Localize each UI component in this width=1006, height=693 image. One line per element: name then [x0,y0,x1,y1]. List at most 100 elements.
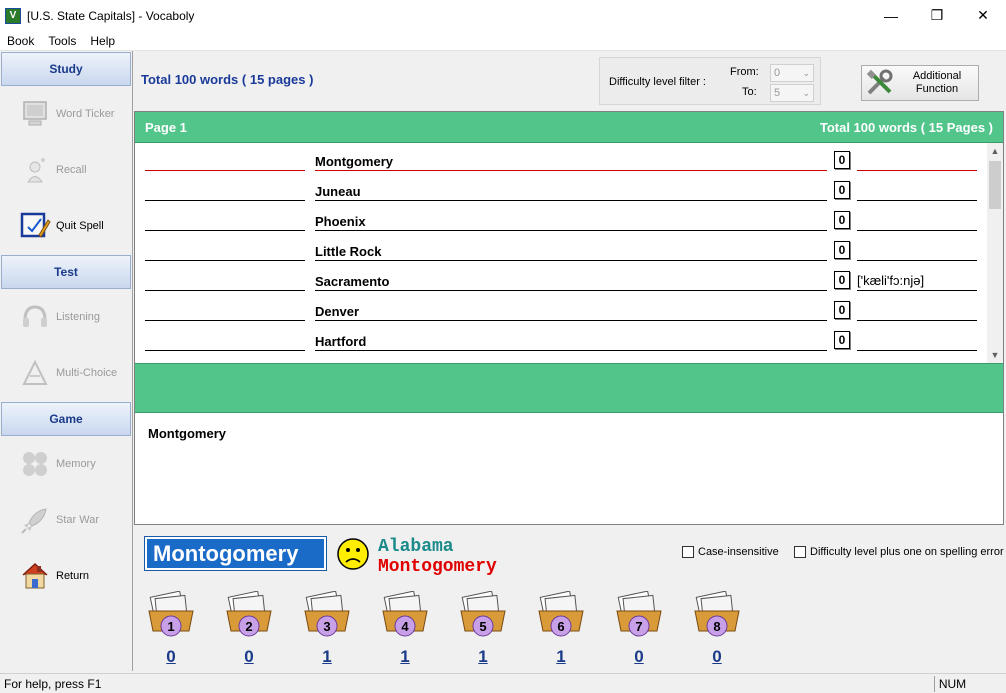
word-input-cell[interactable] [145,233,305,261]
word-phonetic [857,233,977,261]
word-count-badge: 0 [834,151,850,169]
card-box-count[interactable]: 1 [302,647,352,667]
card-box-6[interactable]: 6 1 [536,591,586,667]
card-box-2[interactable]: 2 0 [224,591,274,667]
answer-result-word: Montogomery [378,557,497,577]
total-words-label: Total 100 words ( 15 pages ) [141,72,314,87]
menu-tools[interactable]: Tools [41,34,83,48]
card-box-count[interactable]: 1 [536,647,586,667]
word-phonetic [857,173,977,201]
word-count-badge: 0 [834,181,850,199]
word-row[interactable]: Denver 0 [135,293,987,323]
sidebar-item-word-ticker[interactable]: Word Ticker [0,86,132,142]
card-box-count[interactable]: 1 [458,647,508,667]
card-box-8[interactable]: 8 0 [692,591,742,667]
house-icon [18,559,52,593]
card-box-number: 7 [635,619,642,634]
word-panel: Page 1 Total 100 words ( 15 Pages ) Mont… [134,111,1004,525]
word-input-cell[interactable] [145,203,305,231]
card-box-icon: 5 [460,591,506,637]
sidebar-item-recall[interactable]: Recall [0,142,132,198]
sidebar-item-listening[interactable]: Listening [0,289,132,345]
sidebar-item-label: Return [56,570,90,582]
difficulty-filter-group: Difficulty level filter : From: 0 ⌄ To: … [599,57,821,105]
vocaboly-app-icon[interactable]: V [5,7,21,24]
word-list-scrollbar[interactable]: ▲ ▼ [987,143,1003,363]
sidebar-item-label: Multi-Choice [56,367,118,379]
checkbox-box[interactable] [682,546,694,558]
sidebar-item-return[interactable]: Return [0,548,132,604]
close-button[interactable]: ✕ [960,0,1006,31]
difficulty-plus-checkbox[interactable]: Difficulty level plus one on spelling er… [794,546,1004,558]
word-count-badge: 0 [834,331,850,349]
card-box-number: 4 [401,619,409,634]
card-box-icon: 3 [304,591,350,637]
menu-book[interactable]: Book [0,34,41,48]
sad-face-icon [337,538,369,570]
scroll-thumb[interactable] [989,161,1001,209]
sidebar-item-label: Star War [56,514,99,526]
word-count-badge: 0 [834,271,850,289]
menu-help[interactable]: Help [83,34,122,48]
sidebar-item-star-war[interactable]: Star War [0,492,132,548]
word-input-cell[interactable] [145,143,305,171]
additional-function-button[interactable]: Additional Function [861,65,979,101]
card-box-1[interactable]: 1 0 [146,591,196,667]
scroll-down-icon[interactable]: ▼ [987,347,1003,363]
card-box-count[interactable]: 1 [380,647,430,667]
case-insensitive-checkbox[interactable]: Case-insensitive [682,546,779,558]
card-box-count[interactable]: 0 [146,647,196,667]
memory-icon [18,447,52,481]
sidebar-item-label: Recall [56,164,87,176]
scroll-up-icon[interactable]: ▲ [987,143,1003,159]
to-label: To: [742,86,757,98]
section-study-button[interactable]: Study [1,52,131,86]
word-row[interactable]: Hartford 0 [135,323,987,353]
sidebar-item-multi-choice[interactable]: Multi-Choice [0,345,132,401]
card-box-count[interactable]: 0 [692,647,742,667]
minimize-button[interactable]: — [868,0,914,31]
word-row[interactable]: Montgomery 0 [135,143,987,173]
section-game-button[interactable]: Game [1,402,131,436]
difficulty-plus-label: Difficulty level plus one on spelling er… [810,546,1004,558]
spelling-input[interactable]: Montogomery [144,536,327,571]
answer-state-name: Alabama [378,537,454,557]
difficulty-from-select[interactable]: 0 ⌄ [770,64,814,82]
monitor-icon [18,97,52,131]
word-count-badge: 0 [834,241,850,259]
sidebar-item-label: Word Ticker [56,108,115,120]
card-box-7[interactable]: 7 0 [614,591,664,667]
word-text: Montgomery [315,143,827,171]
chevron-down-icon: ⌄ [802,88,810,98]
checkbox-box[interactable] [794,546,806,558]
word-row[interactable]: Phoenix 0 [135,203,987,233]
card-box-count[interactable]: 0 [224,647,274,667]
word-text: Hartford [315,323,827,351]
word-row[interactable]: Juneau 0 [135,173,987,203]
word-input-cell[interactable] [145,263,305,291]
tools-icon [862,67,898,99]
word-phonetic [857,203,977,231]
card-box-5[interactable]: 5 1 [458,591,508,667]
word-phonetic [857,323,977,351]
card-box-4[interactable]: 4 1 [380,591,430,667]
section-test-button[interactable]: Test [1,255,131,289]
word-input-cell[interactable] [145,173,305,201]
word-row[interactable]: Little Rock 0 [135,233,987,263]
word-row[interactable]: Sacramento 0 ['kæli'fɔ:njə] [135,263,987,293]
sidebar-item-quit-spell[interactable]: Quit Spell [0,198,132,254]
card-box-number: 2 [245,619,252,634]
card-box-icon: 4 [382,591,428,637]
word-text: Little Rock [315,233,827,261]
info-band [135,363,1003,413]
word-input-cell[interactable] [145,293,305,321]
card-box-3[interactable]: 3 1 [302,591,352,667]
maximize-button[interactable]: ❐ [914,0,960,31]
card-box-icon: 1 [148,591,194,637]
word-input-cell[interactable] [145,323,305,351]
detail-word: Montgomery [148,426,226,441]
sidebar-item-memory[interactable]: Memory [0,436,132,492]
card-box-count[interactable]: 0 [614,647,664,667]
difficulty-to-select[interactable]: 5 ⌄ [770,84,814,102]
window-controls: — ❐ ✕ [868,0,1006,31]
